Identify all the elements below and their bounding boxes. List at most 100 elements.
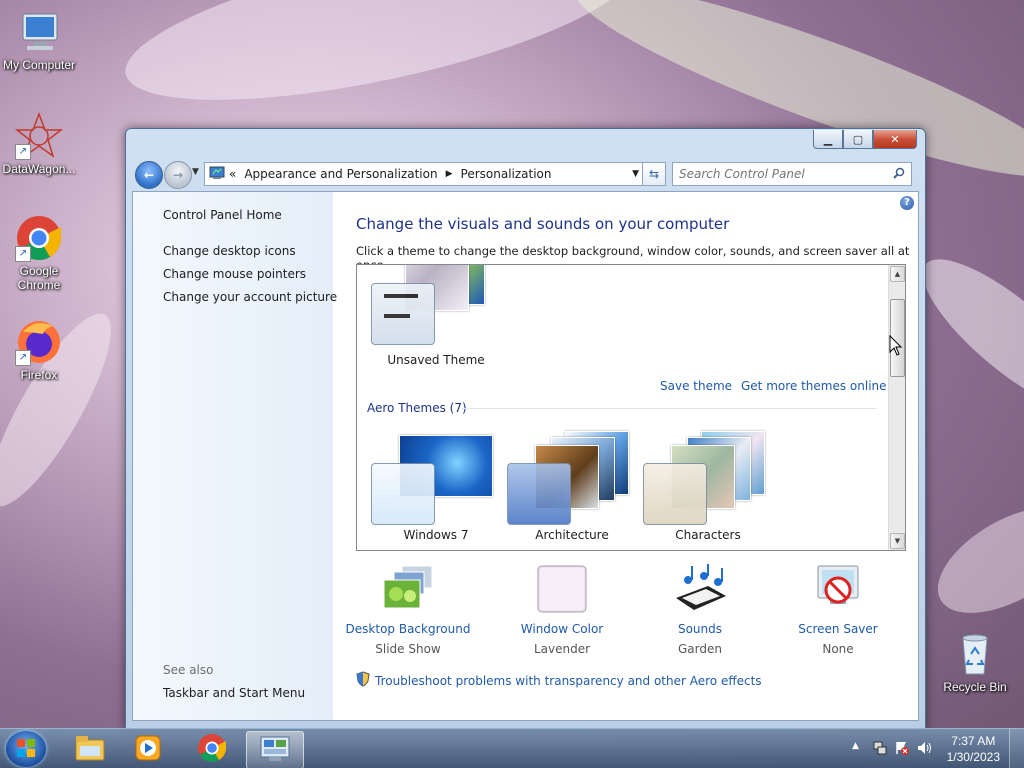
theme-label: Architecture [535,528,609,542]
address-dropdown-icon[interactable]: ▼ [632,169,639,179]
taskbar-control-panel-button[interactable] [246,731,304,768]
chrome-icon: ↗ [15,214,63,262]
desktop-icon-chrome[interactable]: ↗ Google Chrome [0,214,78,292]
sounds-setting[interactable]: Sounds Garden [635,564,765,656]
see-also-label: See also [163,663,214,677]
mouse-cursor-icon [889,334,903,360]
desktop-background-label: Desktop Background [345,622,471,636]
taskbar-explorer-button[interactable] [62,731,118,767]
search-icon[interactable] [893,167,905,182]
aero-themes-header: Aero Themes (7) [367,401,467,415]
window-color-icon [534,564,590,616]
back-button[interactable]: ← [135,161,163,189]
navigation-bar: ← → ▼ « Appearance and Personalization ▶… [132,159,919,189]
window-color-label: Window Color [520,622,604,636]
troubleshoot-row[interactable]: Troubleshoot problems with transparency … [356,671,762,690]
minimize-icon: ▁ [823,132,833,146]
theme-label: Unsaved Theme [387,353,485,367]
search-box[interactable] [672,162,912,186]
taskbar-media-player-button[interactable] [120,731,176,767]
desktop-icon-my-computer[interactable]: My Computer [0,8,78,72]
breadcrumb-overflow[interactable]: « [229,167,236,181]
shortcut-arrow-icon: ↗ [15,246,31,262]
datawagon-icon: ↗ [14,111,64,160]
maximize-button[interactable]: ▢ [843,130,873,149]
sounds-value: Garden [678,642,722,656]
minimize-button[interactable]: ▁ [813,130,843,149]
show-hidden-icons-icon[interactable]: ▲ [852,741,859,751]
network-icon[interactable] [872,740,888,759]
refresh-button[interactable]: ⇆ [642,162,666,186]
desktop-icon-datawagon[interactable]: ↗ DataWagon... [0,111,78,176]
breadcrumb-appearance[interactable]: Appearance and Personalization [244,167,437,181]
theme-list-scrollbar[interactable]: ▲ ▼ [888,265,905,550]
clock-date: 1/30/2023 [946,750,1000,764]
forward-button[interactable]: → [164,161,192,189]
group-divider [462,408,877,409]
taskbar-chrome-button[interactable] [184,731,240,767]
search-input[interactable] [673,166,893,182]
help-icon[interactable]: ? [900,196,914,210]
page-title: Change the visuals and sounds on your co… [356,215,730,233]
change-account-picture-link[interactable]: Change your account picture [163,290,337,304]
show-desktop-button[interactable] [1009,729,1024,768]
action-center-icon[interactable] [894,740,910,759]
window-color-swatch [507,463,571,525]
left-pane: Control Panel Home Change desktop icons … [133,192,337,720]
close-button[interactable]: ✕ [873,130,917,149]
scroll-down-arrow-icon[interactable]: ▼ [890,533,905,549]
volume-icon[interactable] [916,740,932,759]
theme-windows-7[interactable]: Windows 7 [371,435,501,550]
window-color-swatch [371,283,435,345]
theme-label: Characters [675,528,741,542]
desktop-icon-recycle-bin[interactable]: Recycle Bin [936,630,1014,694]
shortcut-arrow-icon: ↗ [15,350,31,366]
personalization-window: ▁ ▢ ✕ ← → ▼ « Appearance and Personaliza… [125,128,926,730]
computer-icon [15,8,63,56]
breadcrumb-separator-icon[interactable]: ▶ [446,169,453,179]
close-icon: ✕ [890,132,900,146]
theme-list[interactable]: Unsaved Theme Save theme Get more themes… [356,264,906,551]
taskbar-start-menu-link[interactable]: Taskbar and Start Menu [163,686,305,700]
system-tray: ▲ 7:37 AM 1/30/2023 [834,729,1024,768]
desktop-icon-firefox[interactable]: ↗ Firefox [0,318,78,382]
recycle-bin-icon [951,630,999,678]
control-panel-home-link[interactable]: Control Panel Home [163,208,282,222]
control-panel-icon [259,735,291,766]
wallpaper-petal [113,0,647,133]
theme-characters[interactable]: Characters [643,431,773,550]
desktop-background-icon [380,564,436,616]
theme-unsaved[interactable]: Unsaved Theme [371,265,501,367]
screen-saver-value: None [822,642,854,656]
breadcrumb-personalization[interactable]: Personalization [461,167,552,181]
address-bar[interactable]: « Appearance and Personalization ▶ Perso… [204,162,646,186]
desktop-background-setting[interactable]: Desktop Background Slide Show [343,564,473,656]
get-more-themes-link[interactable]: Get more themes online [741,379,887,393]
change-desktop-icons-link[interactable]: Change desktop icons [163,244,296,258]
theme-architecture[interactable]: Architecture [507,431,637,550]
explorer-icon [74,734,106,765]
recent-pages-dropdown[interactable]: ▼ [192,167,199,177]
screen-saver-label: Screen Saver [798,622,878,636]
change-mouse-pointers-link[interactable]: Change mouse pointers [163,267,306,281]
sounds-icon [672,564,728,616]
troubleshoot-link[interactable]: Troubleshoot problems with transparency … [375,674,762,688]
window-color-swatch [371,463,435,525]
screen-saver-setting[interactable]: Screen Saver None [773,564,903,656]
forward-arrow-icon: → [172,168,184,182]
maximize-icon: ▢ [852,132,864,146]
start-button[interactable] [6,731,46,767]
main-pane: ? Change the visuals and sounds on your … [333,192,918,720]
save-theme-link[interactable]: Save theme [660,379,732,393]
shortcut-arrow-icon: ↗ [15,144,31,160]
theme-label: Windows 7 [403,528,469,542]
desktop-background-value: Slide Show [375,642,441,656]
window-color-setting[interactable]: Window Color Lavender [497,564,627,656]
wallpaper-petal [920,485,1024,635]
clock[interactable]: 7:37 AM 1/30/2023 [947,733,1000,765]
control-panel-icon [209,166,225,183]
scroll-up-arrow-icon[interactable]: ▲ [890,266,905,282]
content-area: Control Panel Home Change desktop icons … [132,191,919,721]
taskbar: ▲ 7:37 AM 1/30/2023 [0,728,1024,768]
back-arrow-icon: ← [143,168,155,182]
